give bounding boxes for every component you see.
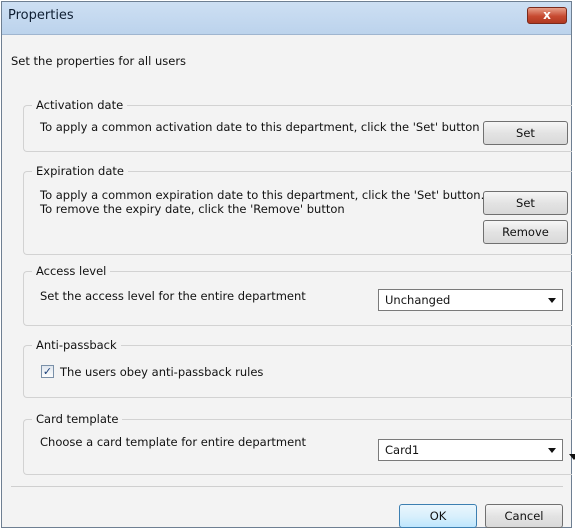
- activation-date-text: To apply a common activation date to thi…: [40, 120, 480, 134]
- expiration-date-group: Expiration date To apply a common expira…: [23, 164, 572, 255]
- window-title: Properties: [8, 8, 74, 23]
- access-level-group: Access level Set the access level for th…: [23, 264, 572, 326]
- close-icon: x: [543, 8, 551, 22]
- close-button[interactable]: x: [527, 7, 567, 24]
- activation-date-label: Activation date: [32, 98, 128, 112]
- chevron-down-icon: [548, 448, 556, 453]
- triangle-marker-icon: [569, 454, 575, 460]
- anti-passback-checkbox-label[interactable]: The users obey anti-passback rules: [60, 365, 263, 379]
- chevron-down-icon: [548, 298, 556, 303]
- card-template-text: Choose a card template for entire depart…: [40, 435, 307, 449]
- expiration-set-button[interactable]: Set: [483, 191, 568, 215]
- expiration-date-label: Expiration date: [32, 164, 128, 178]
- anti-passback-label: Anti-passback: [32, 338, 121, 352]
- access-level-select[interactable]: Unchanged: [378, 289, 563, 311]
- access-level-text: Set the access level for the entire depa…: [40, 289, 306, 303]
- card-template-value: Card1: [385, 443, 420, 457]
- cancel-button[interactable]: Cancel: [485, 504, 563, 528]
- card-template-select[interactable]: Card1: [378, 439, 563, 461]
- expiration-date-text-line1: To apply a common expiration date to thi…: [40, 188, 485, 202]
- footer-divider: [11, 486, 563, 487]
- expiration-remove-button[interactable]: Remove: [483, 220, 568, 244]
- anti-passback-group: Anti-passback ✓ The users obey anti-pass…: [23, 338, 572, 398]
- activation-date-group: Activation date To apply a common activa…: [23, 98, 572, 152]
- title-bar[interactable]: Properties x: [2, 2, 571, 35]
- ok-button[interactable]: OK: [399, 504, 477, 528]
- card-template-group: Card template Choose a card template for…: [23, 412, 572, 475]
- card-template-label: Card template: [32, 412, 123, 426]
- activation-set-button[interactable]: Set: [483, 121, 568, 145]
- properties-dialog: Properties x Set the properties for all …: [1, 1, 575, 528]
- expiration-date-text-line2: To remove the expiry date, click the 'Re…: [40, 202, 345, 216]
- access-level-value: Unchanged: [385, 293, 451, 307]
- anti-passback-checkbox[interactable]: ✓: [41, 365, 54, 378]
- check-icon: ✓: [42, 365, 53, 378]
- dialog-description: Set the properties for all users: [11, 54, 187, 68]
- access-level-label: Access level: [32, 264, 111, 278]
